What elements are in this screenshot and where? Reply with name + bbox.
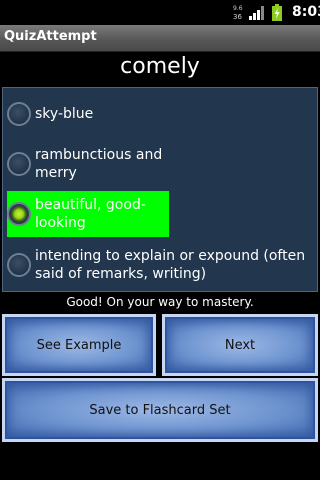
option-label: intending to explain or expound (often s… [35, 248, 306, 282]
option-label: beautiful, good-looking [35, 197, 146, 231]
option-label: sky-blue [35, 106, 94, 122]
option-sky-blue[interactable]: sky-blue [7, 93, 97, 135]
feedback-text: Good! On your way to mastery. [66, 295, 254, 309]
radio-button[interactable] [7, 152, 31, 176]
title-bar: QuizAttempt [0, 25, 320, 52]
save-flashcard-button[interactable]: Save to Flashcard Set [2, 378, 318, 442]
quiz-word: comely [120, 54, 200, 79]
network-label: 36 [233, 13, 242, 21]
status-time: 8:03 [292, 4, 320, 20]
app-title: QuizAttempt [4, 29, 97, 44]
network-type-icon: 9.6 36 [233, 5, 243, 21]
status-bar: 9.6 36 8:03 [0, 0, 320, 25]
answer-options: sky-blue rambunctious and merry beautifu… [2, 87, 318, 292]
see-example-button[interactable]: See Example [2, 314, 156, 376]
radio-button[interactable] [7, 253, 31, 277]
radio-button[interactable] [7, 102, 31, 126]
option-beautiful-selected[interactable]: beautiful, good-looking [7, 191, 169, 237]
signal-icon [249, 6, 264, 20]
battery-icon [272, 4, 282, 21]
next-button[interactable]: Next [162, 314, 318, 376]
option-label: rambunctious and merry [35, 147, 163, 181]
option-intending[interactable]: intending to explain or expound (often s… [7, 243, 312, 287]
radio-button-selected[interactable] [7, 202, 31, 226]
option-rambunctious[interactable]: rambunctious and merry [7, 143, 207, 185]
